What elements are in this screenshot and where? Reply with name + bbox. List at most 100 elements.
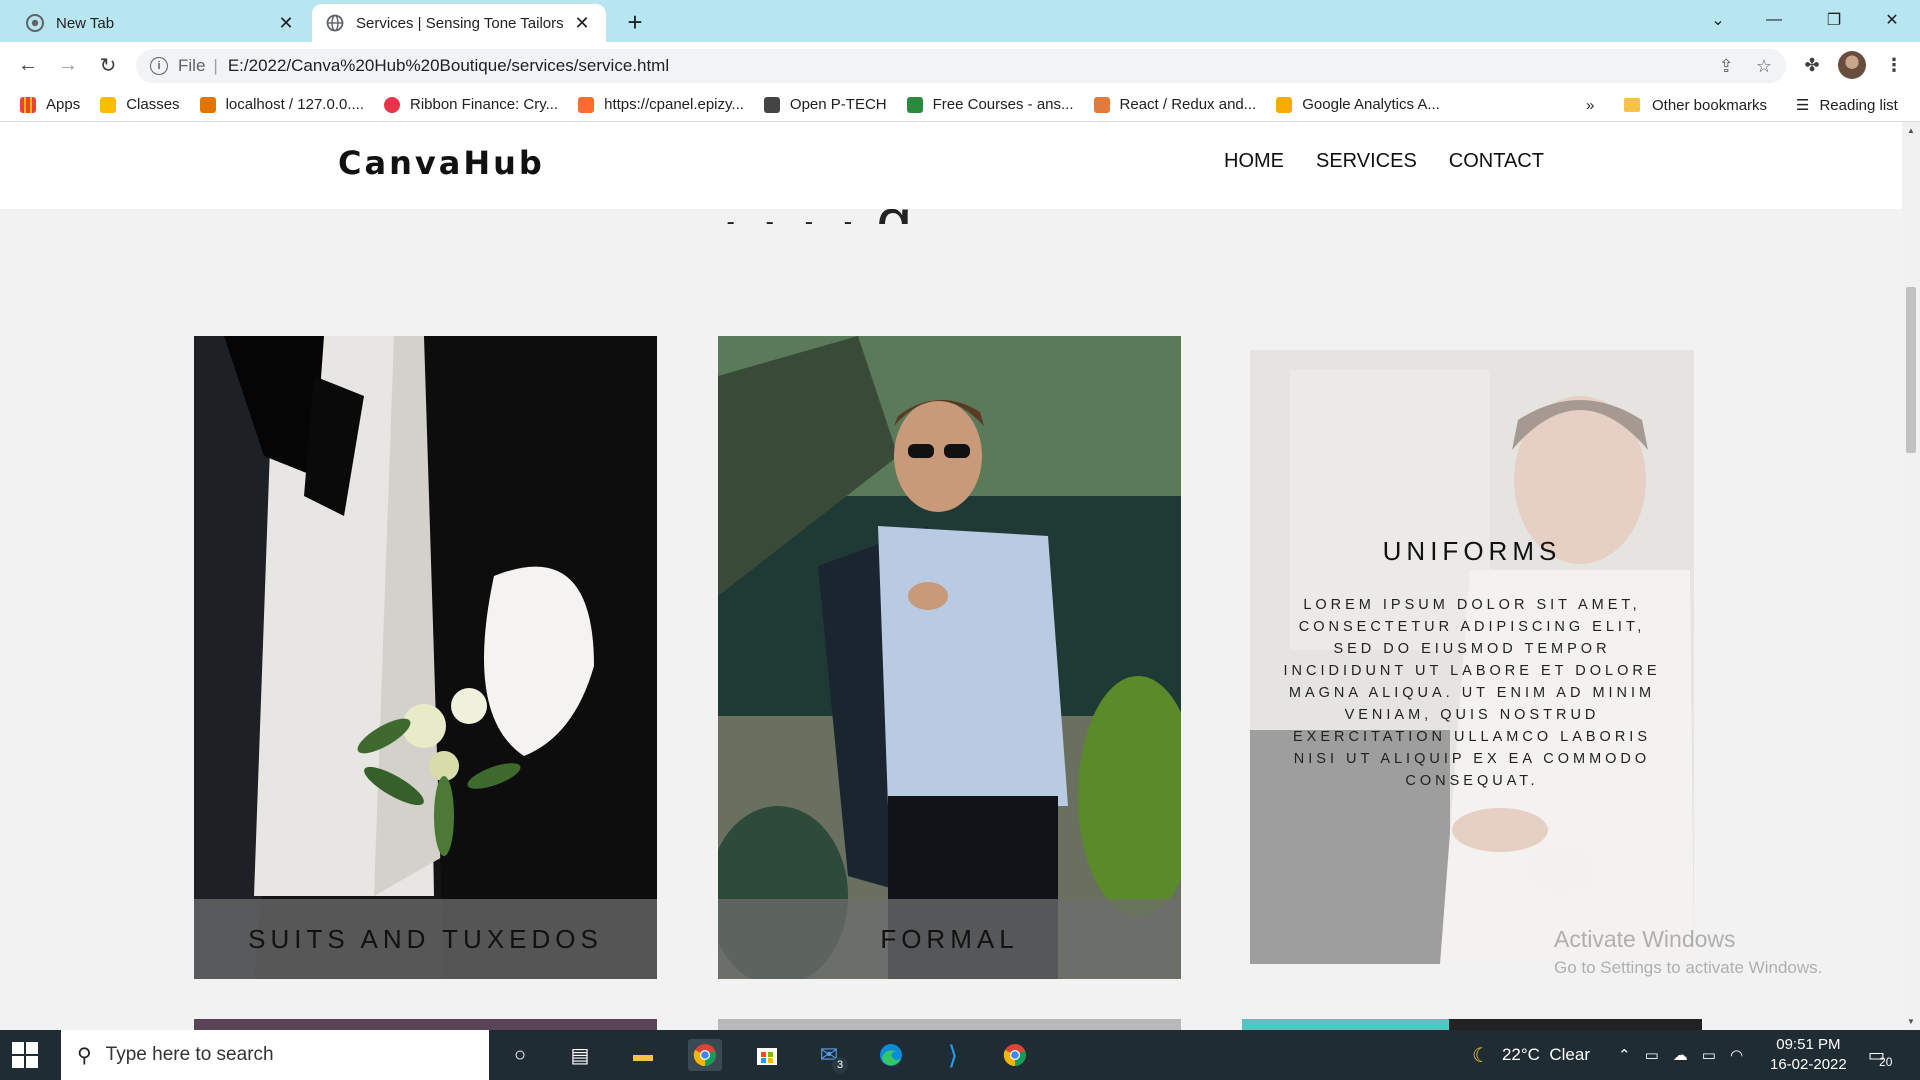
close-icon[interactable]: ✕ [572,13,592,33]
page-scrollbar[interactable]: ▲ ▼ [1902,122,1920,1030]
bookmarks-bar: Apps Classes localhost / 127.0.0.... Rib… [0,88,1920,122]
service-card-uniforms[interactable]: UNIFORMS Lorem ipsum dolor sit amet, con… [1250,350,1694,964]
service-card-partial[interactable] [194,1019,657,1030]
cpanel-icon [578,96,595,113]
weather-widget[interactable]: ☾ 22°C Clear [1472,1030,1590,1080]
card-description: Lorem ipsum dolor sit amet, consectetur … [1283,597,1661,789]
clock-time: 09:51 PM [1776,1036,1841,1053]
nav-home[interactable]: HOME [1224,150,1284,173]
service-card-partial[interactable] [718,1019,1181,1030]
close-icon[interactable]: ✕ [276,13,296,33]
site-logo[interactable]: CanvaHub [338,144,545,182]
service-card-suits[interactable]: SUITS AND TUXEDOS [194,336,657,979]
bookmarks-overflow-button[interactable]: » [1586,88,1594,122]
site-nav-menu: HOME SERVICES CONTACT [1224,150,1544,173]
windows-taskbar: ⚲ Type here to search ○ ▤ ▬ ✉ 3 ⟩ ☾ 22°C… [0,1030,1920,1080]
wifi-icon[interactable]: ◠ [1730,1046,1743,1064]
windows-start-icon[interactable] [12,1042,38,1068]
bookmark-apps[interactable]: Apps [20,96,80,113]
nav-services[interactable]: SERVICES [1316,150,1417,173]
restore-button[interactable]: ❐ [1806,0,1862,40]
scrollbar-thumb[interactable] [1906,287,1916,453]
task-view-icon[interactable]: ▤ [563,1039,597,1071]
file-explorer-icon[interactable]: ▬ [626,1039,660,1071]
nav-contact[interactable]: CONTACT [1449,150,1544,173]
activate-windows-title: Activate Windows [1554,926,1736,952]
reading-list-icon: ☰ [1796,97,1810,114]
bookmark-free-courses[interactable]: Free Courses - ans... [906,96,1074,113]
tab-services[interactable]: Services | Sensing Tone Tailors ✕ [312,4,606,42]
notification-count: 20 [1879,1055,1893,1069]
bookmark-open-ptech[interactable]: Open P-TECH [763,96,887,113]
reading-list[interactable]: ☰ Reading list [1796,88,1898,122]
tab-new-tab[interactable]: New Tab ✕ [12,4,310,42]
service-card-partial[interactable] [1242,1019,1702,1030]
bookmark-google-analytics[interactable]: Google Analytics A... [1276,96,1440,113]
new-tab-button[interactable]: + [620,8,650,38]
notifications-button[interactable]: ▭ 20 [1868,1030,1892,1080]
scroll-down-icon[interactable]: ▼ [1907,1017,1915,1026]
battery-icon[interactable]: ▭ [1702,1046,1716,1064]
tab-title: Services | Sensing Tone Tailors [356,14,564,32]
edge-icon[interactable] [874,1039,908,1071]
scroll-up-icon[interactable]: ▲ [1907,126,1915,135]
address-bar[interactable]: i File | E:/2022/Canva%20Hub%20Boutique/… [136,49,1786,83]
chrome-taskbar-icon[interactable] [688,1039,722,1071]
classroom-icon [100,96,117,113]
minimize-button[interactable]: — [1746,0,1802,40]
url-scheme: File [178,56,206,75]
vscode-icon[interactable]: ⟩ [936,1039,970,1071]
bookmark-classes[interactable]: Classes [100,96,180,113]
taskbar-search-placeholder: Type here to search [105,1044,274,1065]
back-arrow-icon[interactable]: ← [12,49,44,81]
bookmark-label: Free Courses - ans... [932,96,1074,113]
bookmark-cpanel[interactable]: https://cpanel.epizy... [578,96,744,113]
site-header: CanvaHub HOME SERVICES CONTACT [0,122,1902,209]
formal-man-image [718,336,1181,979]
chevron-up-icon[interactable]: ⌃ [1618,1046,1631,1064]
url-text[interactable]: E:/2022/Canva%20Hub%20Boutique/services/… [228,56,669,76]
mail-icon[interactable]: ✉ 3 [812,1039,848,1073]
card-title: UNIFORMS [1382,536,1562,566]
ptech-icon [763,96,780,113]
taskbar-clock[interactable]: 09:51 PM 16-02-2022 [1770,1035,1847,1075]
search-icon: ⚲ [77,1044,92,1067]
meet-icon[interactable]: ▭ [1645,1046,1659,1064]
suit-image [194,336,657,979]
ribbon-icon [383,96,400,113]
bookmark-label: Ribbon Finance: Cry... [409,96,559,113]
chrome-icon [26,14,44,32]
bookmark-ribbon-finance[interactable]: Ribbon Finance: Cry... [383,96,559,113]
bookmark-label: https://cpanel.epizy... [604,96,744,113]
cortana-icon[interactable]: ○ [503,1039,537,1071]
star-icon[interactable]: ☆ [1756,56,1772,77]
menu-icon[interactable]: ⋮ [1878,49,1910,81]
page-viewport: CanvaHub HOME SERVICES CONTACT · · · · g [0,122,1902,1030]
profile-avatar[interactable] [1838,51,1866,79]
store-icon[interactable] [750,1039,784,1071]
tab-title: New Tab [56,14,115,32]
bookmark-react-redux[interactable]: React / Redux and... [1093,96,1256,113]
share-icon[interactable]: ⇪ [1719,56,1734,77]
other-bookmarks[interactable]: Other bookmarks [1624,88,1767,122]
taskbar-search[interactable]: ⚲ Type here to search [61,1030,489,1080]
forward-arrow-icon[interactable]: → [52,49,84,81]
weather-text: 22°C Clear [1501,1045,1590,1064]
close-window-button[interactable]: ✕ [1864,0,1920,40]
bookmark-label: Open P-TECH [789,96,887,113]
service-card-formal[interactable]: FORMAL [718,336,1181,979]
info-icon[interactable]: i [150,57,168,75]
tab-search-icon[interactable]: ⌄ [1690,0,1746,40]
bookmark-localhost[interactable]: localhost / 127.0.0.... [199,96,364,113]
reload-icon[interactable]: ↻ [92,49,124,81]
react-icon [1093,96,1110,113]
extensions-icon[interactable]: ✤ [1796,49,1828,81]
phpmyadmin-icon [199,96,216,113]
system-tray: ⌃ ▭ ☁ ▭ ◠ [1618,1030,1743,1080]
chrome-taskbar-icon-2[interactable] [998,1039,1032,1071]
moon-icon: ☾ [1472,1044,1490,1067]
folder-icon [1624,98,1640,112]
card-title: SUITS AND TUXEDOS [194,899,657,979]
onedrive-icon[interactable]: ☁ [1673,1046,1688,1064]
browser-toolbar: ← → ↻ i File | E:/2022/Canva%20Hub%20Bou… [0,42,1920,88]
